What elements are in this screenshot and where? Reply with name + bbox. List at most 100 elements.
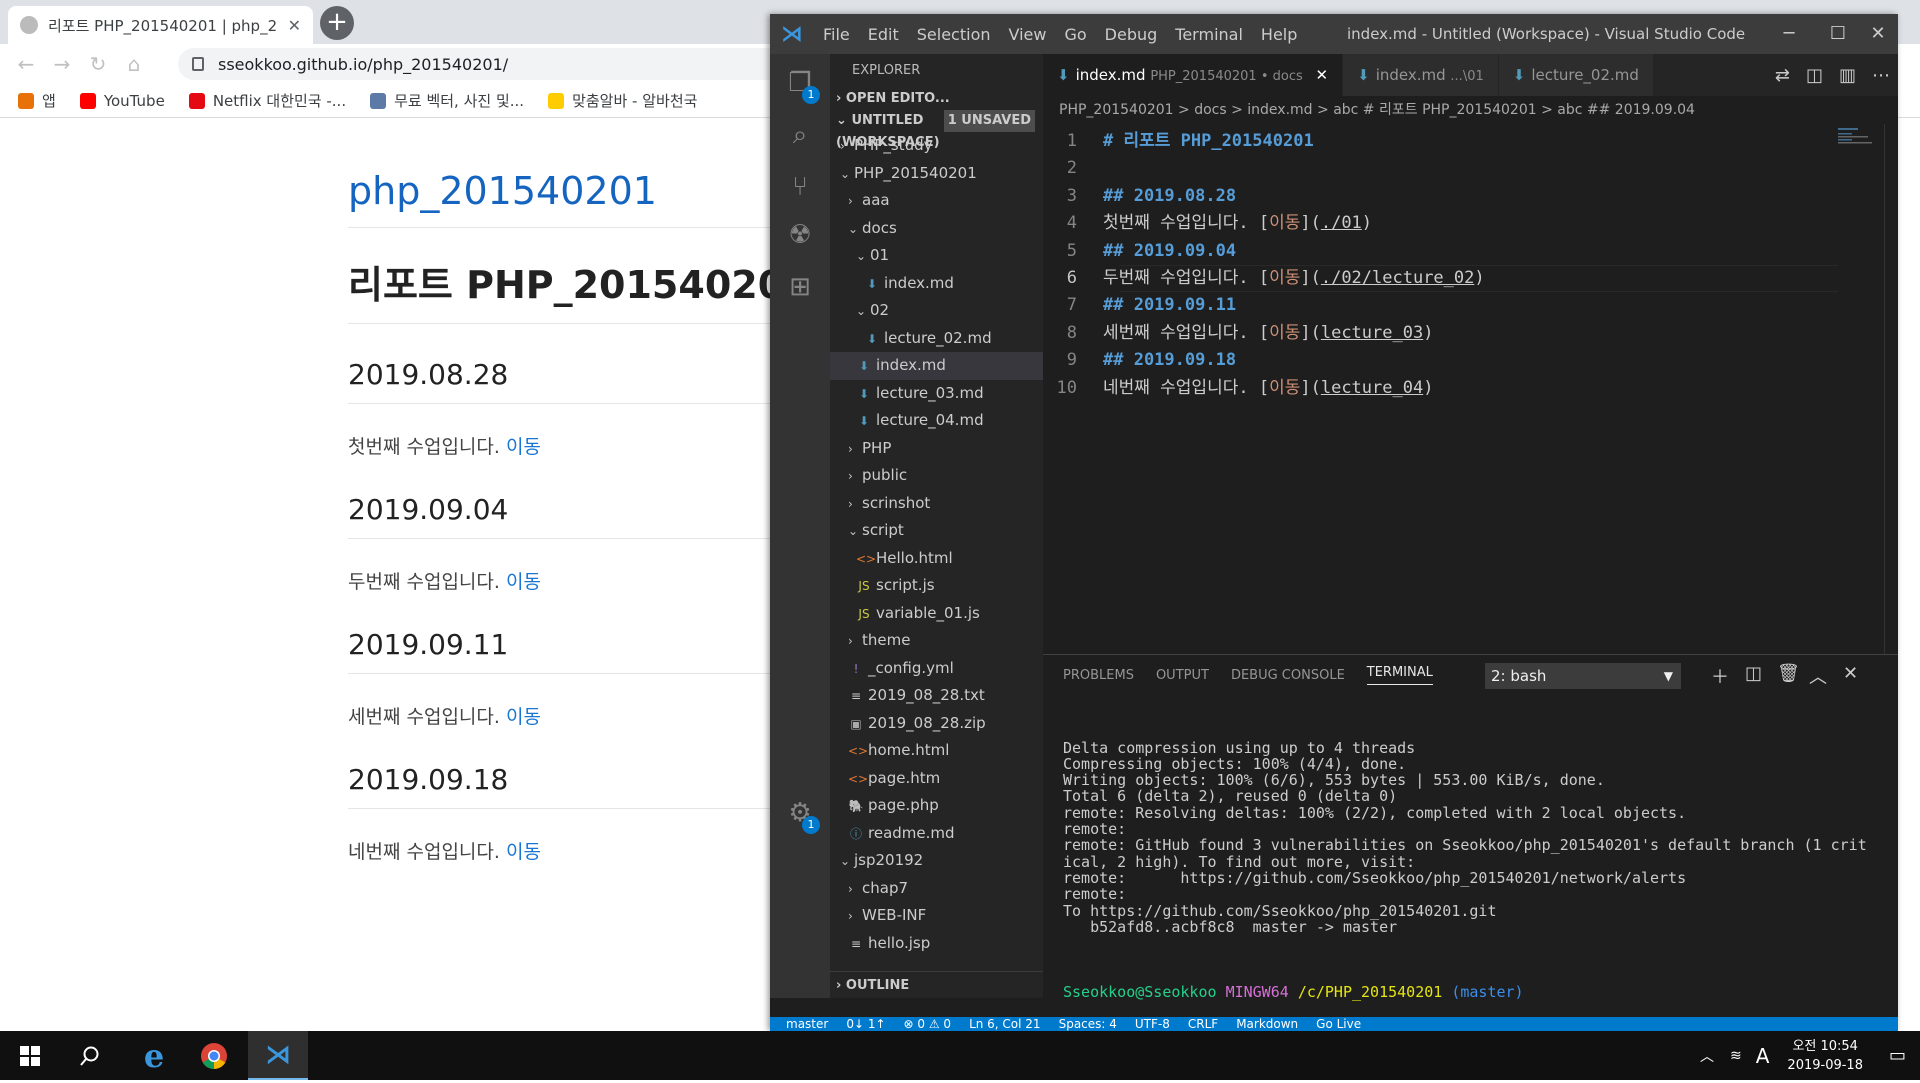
status-item[interactable]: Markdown — [1236, 1017, 1298, 1031]
tree-folder[interactable]: › PHP — [830, 435, 1043, 463]
clock[interactable]: 오전 10:54 2019-09-18 — [1787, 1037, 1863, 1075]
maximize-icon[interactable]: ☐ — [1818, 14, 1858, 54]
open-changes-icon[interactable]: ⇄ — [1775, 65, 1790, 86]
tree-file[interactable]: ⬇ lecture_02.md — [830, 325, 1043, 353]
minimap[interactable] — [1838, 128, 1884, 144]
open-editors-section[interactable]: › OPEN EDITO... 1 UNSAVED — [830, 88, 1043, 132]
tree-folder[interactable]: › public — [830, 462, 1043, 490]
explorer-icon[interactable]: ❐ 1 — [784, 68, 820, 104]
tree-folder[interactable]: ⌄ docs — [830, 215, 1043, 243]
entry-link[interactable]: 이동 — [506, 841, 541, 863]
source-control-icon[interactable]: ⑂ — [784, 172, 816, 204]
settings-gear-icon[interactable]: ⚙ 1 — [784, 798, 820, 834]
bookmark-item[interactable]: 앱 — [18, 90, 56, 111]
notifications-icon[interactable]: ▭ — [1889, 1045, 1906, 1066]
tree-file[interactable]: <>page.htm — [830, 765, 1043, 793]
back-icon[interactable]: ← — [8, 52, 44, 76]
ime-indicator[interactable]: A — [1756, 1044, 1770, 1068]
tree-folder[interactable]: ⌄ 01 — [830, 242, 1043, 270]
tree-folder[interactable]: ⌄ jsp20192 — [830, 847, 1043, 875]
tree-file[interactable]: ⬇ lecture_03.md — [830, 380, 1043, 408]
site-title[interactable]: php_201540201 — [348, 169, 770, 228]
bookmark-item[interactable]: 무료 벡터, 사진 및... — [370, 90, 524, 111]
tree-file[interactable]: ⬇ lecture_04.md — [830, 407, 1043, 435]
bookmark-item[interactable]: 맞춤알바 - 알바천국 — [548, 90, 697, 111]
entry-link[interactable]: 이동 — [506, 571, 541, 593]
tree-file[interactable]: JS script.js — [830, 572, 1043, 600]
tree-folder[interactable]: › scrinshot — [830, 490, 1043, 518]
status-item[interactable]: CRLF — [1188, 1017, 1218, 1031]
entry-link[interactable]: 이동 — [506, 436, 541, 458]
menu-help[interactable]: Help — [1252, 25, 1306, 44]
menu-file[interactable]: File — [814, 25, 859, 44]
tree-file[interactable]: ! _config.yml — [830, 655, 1043, 683]
status-item[interactable]: 0↓ 1↑ — [846, 1017, 885, 1031]
forward-icon[interactable]: → — [44, 52, 80, 76]
tree-file[interactable]: ⓘ readme.md — [830, 820, 1043, 848]
tray-overflow-icon[interactable]: ︿ — [1700, 1046, 1714, 1066]
tree-folder[interactable]: › WEB-INF — [830, 902, 1043, 930]
vscode-taskbar-icon[interactable]: ⋊ — [248, 1031, 308, 1080]
taskbar-search-icon[interactable] — [60, 1031, 120, 1080]
panel-tab-terminal[interactable]: TERMINAL — [1366, 665, 1433, 685]
reload-icon[interactable]: ↻ — [80, 52, 116, 76]
preview-icon[interactable]: ◫ — [1806, 65, 1823, 86]
tree-file[interactable]: <>Hello.html — [830, 545, 1043, 573]
panel-tab-output[interactable]: OUTPUT — [1156, 668, 1209, 683]
breadcrumb[interactable]: PHP_201540201 > docs > index.md > abc # … — [1043, 96, 1898, 124]
maximize-panel-icon[interactable]: ︿ — [1809, 663, 1827, 689]
home-icon[interactable]: ⌂ — [116, 52, 152, 76]
more-actions-icon[interactable]: ⋯ — [1872, 65, 1890, 86]
menu-go[interactable]: Go — [1055, 25, 1095, 44]
tree-file[interactable]: 🐘 page.php — [830, 792, 1043, 820]
tree-folder[interactable]: ⌄ 02 — [830, 297, 1043, 325]
status-item[interactable]: ⊗ 0 ⚠ 0 — [904, 1017, 952, 1031]
tree-file[interactable]: ⬇ index.md — [830, 270, 1043, 298]
editor-tab[interactable]: ⬇ lecture_02.md — [1498, 54, 1654, 96]
new-terminal-icon[interactable]: ＋ — [1711, 663, 1729, 689]
tree-file[interactable]: ≡ 2019_08_28.txt — [830, 682, 1043, 710]
menu-view[interactable]: View — [1000, 25, 1056, 44]
tree-folder[interactable]: ⌄ PHP_201540201 — [830, 160, 1043, 188]
menu-selection[interactable]: Selection — [908, 25, 1000, 44]
status-item[interactable]: master — [786, 1017, 828, 1031]
editor-tab[interactable]: ⬇ index.md PHP_201540201 • docs ✕ — [1043, 54, 1344, 96]
kill-terminal-icon[interactable]: 🗑 — [1777, 663, 1800, 684]
address-bar[interactable]: sseokkoo.github.io/php_201540201/ — [178, 48, 798, 80]
editor-tab[interactable]: ⬇ index.md ...\01 — [1343, 54, 1499, 96]
tree-folder[interactable]: ⌄ script — [830, 517, 1043, 545]
tree-folder[interactable]: › theme — [830, 627, 1043, 655]
tree-file[interactable]: ≡ hello.jsp — [830, 930, 1043, 958]
status-item[interactable]: Ln 6, Col 21 — [969, 1017, 1041, 1031]
bookmark-item[interactable]: YouTube — [79, 92, 165, 110]
tree-file[interactable]: <>home.html — [830, 737, 1043, 765]
panel-tab-debug-console[interactable]: DEBUG CONSOLE — [1231, 668, 1345, 683]
debug-icon[interactable]: ☢ — [784, 220, 816, 252]
status-item[interactable]: Spaces: 4 — [1059, 1017, 1117, 1031]
split-editor-icon[interactable]: ▥ — [1839, 65, 1856, 86]
status-item[interactable]: UTF-8 — [1135, 1017, 1170, 1031]
outline-section[interactable]: › OUTLINE — [830, 971, 1043, 998]
bookmark-item[interactable]: Netflix 대한민국 -... — [188, 90, 346, 111]
entry-link[interactable]: 이동 — [506, 706, 541, 728]
minimize-icon[interactable]: ─ — [1760, 14, 1818, 54]
editor-scrollbar[interactable] — [1884, 124, 1898, 654]
status-item[interactable]: Go Live — [1316, 1017, 1361, 1031]
tree-folder[interactable]: › aaa — [830, 187, 1043, 215]
menu-edit[interactable]: Edit — [859, 25, 908, 44]
start-icon[interactable] — [0, 1031, 60, 1080]
menu-debug[interactable]: Debug — [1096, 25, 1167, 44]
tree-file[interactable]: ▣ 2019_08_28.zip — [830, 710, 1043, 738]
code-editor[interactable]: 1 # 리포트 PHP_201540201 2 3 ## 2019.08.28 4 첫번째 … — [1043, 124, 1898, 654]
new-tab-button[interactable]: + — [320, 6, 354, 40]
menu-terminal[interactable]: Terminal — [1166, 25, 1252, 44]
tree-file[interactable]: JS variable_01.js — [830, 600, 1043, 628]
wifi-icon[interactable]: ≋ — [1730, 1048, 1742, 1064]
tree-folder[interactable]: › chap7 — [830, 875, 1043, 903]
terminal-selector[interactable]: 2: bash ▼ — [1485, 663, 1681, 689]
close-tab-icon[interactable]: ✕ — [288, 16, 301, 35]
extensions-icon[interactable]: ⊞ — [784, 272, 816, 304]
edge-icon[interactable]: e — [124, 1031, 184, 1080]
chrome-tab-active[interactable]: 리포트 PHP_201540201 | php_2 ✕ — [8, 6, 313, 44]
tree-file[interactable]: ⬇ index.md — [830, 352, 1043, 380]
